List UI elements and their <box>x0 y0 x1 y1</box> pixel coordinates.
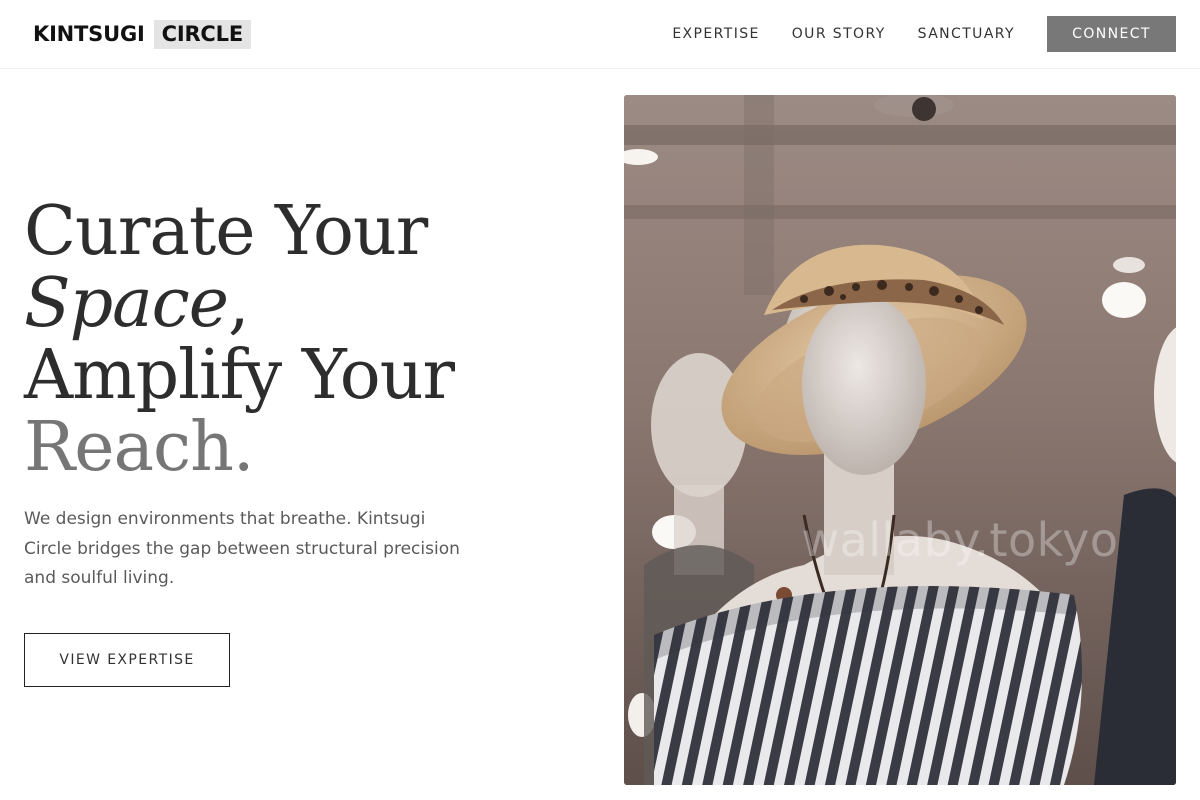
main-nav: EXPERTISE OUR STORY SANCTUARY CONNECT <box>672 16 1176 52</box>
hero-headline: Curate Your Space, Amplify Your Reach. <box>24 196 584 484</box>
headline-line-3: Amplify Your <box>24 336 455 415</box>
nav-link-sanctuary[interactable]: SANCTUARY <box>918 26 1015 42</box>
headline-line-2: Space, <box>24 268 584 340</box>
nav-link-expertise[interactable]: EXPERTISE <box>672 26 759 42</box>
nav-link-our-story[interactable]: OUR STORY <box>792 26 886 42</box>
headline-space-italic: Space <box>24 264 229 343</box>
mannequin-illustration <box>624 95 1176 785</box>
brand-word-kintsugi: KINTSUGI <box>33 22 145 46</box>
view-expertise-button[interactable]: VIEW EXPERTISE <box>24 633 230 687</box>
hero-subtext: We design environments that breathe. Kin… <box>24 509 460 588</box>
brand-word-circle: CIRCLE <box>153 19 251 49</box>
site-header: KINTSUGI CIRCLE EXPERTISE OUR STORY SANC… <box>0 0 1200 69</box>
headline-line-4: Reach. <box>24 408 254 487</box>
hero-image: wallaby.tokyo <box>624 95 1176 785</box>
brand-logo[interactable]: KINTSUGI CIRCLE <box>33 19 251 49</box>
headline-line-1: Curate Your <box>24 192 428 271</box>
connect-button[interactable]: CONNECT <box>1047 16 1176 52</box>
headline-comma: , <box>227 264 250 343</box>
